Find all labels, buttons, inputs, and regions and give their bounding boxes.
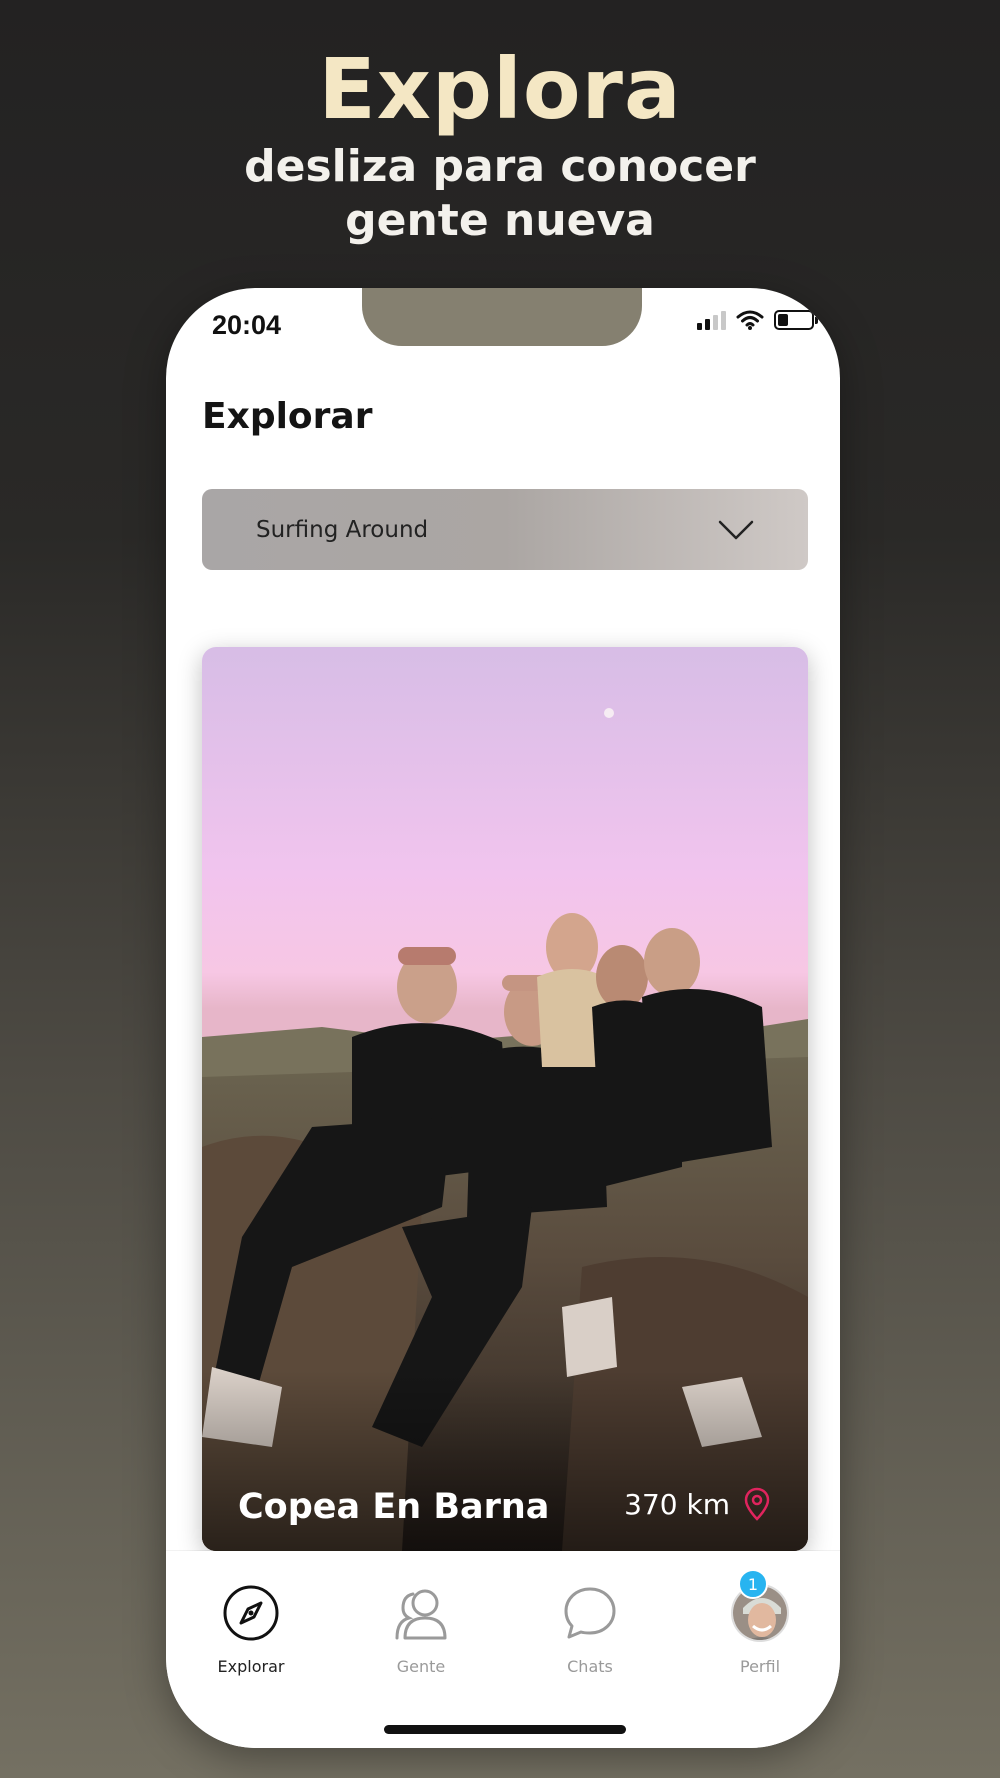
tab-label: Gente — [396, 1657, 446, 1676]
hero-subtitle: desliza para conocer gente nueva — [0, 140, 1000, 248]
chevron-down-icon — [718, 520, 754, 539]
status-time: 20:04 — [212, 310, 282, 340]
group-photo — [202, 647, 808, 1551]
distance-text: 370 km — [624, 1487, 730, 1521]
tab-label: Chats — [567, 1657, 613, 1676]
location-pin-icon — [744, 1487, 770, 1521]
tab-perfil[interactable]: 1 Perfil — [690, 1569, 830, 1676]
tab-chats[interactable]: Chats — [520, 1581, 660, 1676]
battery-icon — [774, 310, 818, 330]
hero-title: Explora — [318, 40, 682, 138]
notification-badge: 1 — [738, 1569, 768, 1599]
page-title: Explorar — [202, 396, 373, 437]
signal-icon — [697, 310, 726, 330]
filter-dropdown-value: Surfing Around — [256, 516, 429, 543]
card-distance: 370 km — [624, 1487, 770, 1521]
compass-icon — [219, 1581, 283, 1645]
hero-subtitle-line-2: gente nueva — [345, 195, 655, 246]
home-indicator — [384, 1725, 626, 1734]
filter-dropdown[interactable]: Surfing Around — [202, 489, 808, 570]
tab-bar: Explorar Gente Chats 1 Perfil — [166, 1551, 840, 1748]
tab-label: Explorar — [217, 1657, 285, 1676]
hero-subtitle-line-1: desliza para conocer — [244, 141, 756, 192]
wifi-icon — [736, 310, 764, 330]
profile-card[interactable]: Copea En Barna 370 km — [202, 647, 808, 1551]
card-title: Copea En Barna — [238, 1487, 550, 1527]
chat-bubble-icon — [558, 1581, 622, 1645]
tab-explorar[interactable]: Explorar — [181, 1581, 321, 1676]
status-icons — [697, 310, 818, 330]
tab-gente[interactable]: Gente — [351, 1581, 491, 1676]
phone-frame: 20:04 Explorar Surfing Around Copea En B… — [166, 288, 840, 1748]
profile-avatar-wrap: 1 — [728, 1569, 792, 1645]
phone-notch — [362, 288, 642, 346]
tab-label: Perfil — [739, 1657, 781, 1676]
people-icon — [389, 1581, 453, 1645]
